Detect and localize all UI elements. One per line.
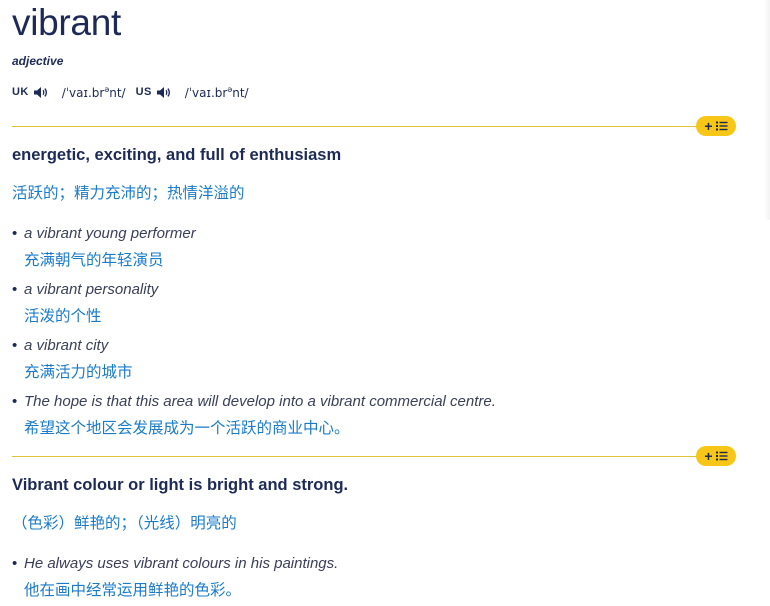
pronunciation-row: UK /ˈvaɪ.brənt/ US /ˈvaɪ.brənt/ <box>12 84 259 100</box>
sense-divider <box>12 126 712 127</box>
uk-ipa: /ˈvaɪ.brənt/ <box>61 84 126 100</box>
add-to-word-list-button[interactable]: + <box>696 446 736 466</box>
example-text: a vibrant city <box>24 337 109 354</box>
example-text: He always uses vibrant colours in his pa… <box>24 555 339 572</box>
us-ipa: /ˈvaɪ.brənt/ <box>184 84 249 100</box>
panel-edge-shadow <box>764 0 770 220</box>
add-to-word-list-button[interactable]: + <box>696 116 736 136</box>
sense-divider <box>12 456 712 457</box>
example-translation: 希望这个地区会发展成为一个活跃的商业中心。 <box>24 419 350 437</box>
example-translation: 活泼的个性 <box>24 307 102 325</box>
definition: energetic, exciting, and full of enthusi… <box>12 146 342 164</box>
example-translation: 充满朝气的年轻演员 <box>24 251 164 269</box>
definition: Vibrant colour or light is bright and st… <box>12 476 349 494</box>
us-region-label: US <box>135 86 152 98</box>
list-icon <box>715 451 728 461</box>
plus-icon: + <box>704 117 713 134</box>
uk-region-label: UK <box>12 86 29 98</box>
speaker-icon[interactable] <box>156 86 171 99</box>
example-text: The hope is that this area will develop … <box>24 393 496 410</box>
part-of-speech: adjective <box>12 54 64 68</box>
list-icon <box>715 121 728 131</box>
speaker-icon[interactable] <box>33 86 48 99</box>
definition-translation: （色彩）鲜艳的；（光线）明亮的 <box>12 514 237 532</box>
example-translation: 充满活力的城市 <box>24 363 133 381</box>
definition-translation: 活跃的；精力充沛的；热情洋溢的 <box>12 184 245 202</box>
example-text: a vibrant personality <box>24 281 159 298</box>
example-translation: 他在画中经常运用鲜艳的色彩。 <box>24 581 242 599</box>
headword: vibrant <box>12 2 121 43</box>
plus-icon: + <box>704 447 713 464</box>
example-text: a vibrant young performer <box>24 225 196 242</box>
